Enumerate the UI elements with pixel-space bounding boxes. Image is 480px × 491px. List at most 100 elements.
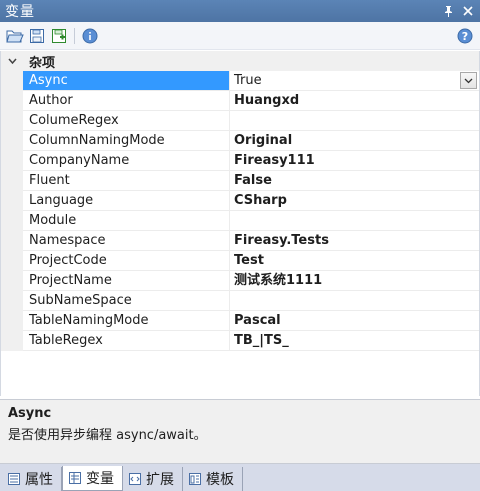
property-value[interactable] xyxy=(230,211,479,231)
property-name[interactable]: Language xyxy=(23,191,230,211)
row-gutter xyxy=(1,71,23,91)
property-name[interactable]: Author xyxy=(23,91,230,111)
property-name[interactable]: SubNameSpace xyxy=(23,291,230,311)
properties-icon xyxy=(7,472,21,486)
property-value[interactable]: Fireasy111 xyxy=(230,151,479,171)
row-gutter xyxy=(1,291,23,311)
property-value[interactable]: Pascal xyxy=(230,311,479,331)
property-value-text: Test xyxy=(234,253,264,268)
property-row[interactable]: ProjectName 测试系统1111 xyxy=(1,271,479,291)
property-value-text: Pascal xyxy=(234,313,281,328)
tab-extension[interactable]: 扩展 xyxy=(123,467,183,491)
property-name[interactable]: Module xyxy=(23,211,230,231)
row-gutter xyxy=(1,191,23,211)
row-gutter xyxy=(1,251,23,271)
property-name[interactable]: Namespace xyxy=(23,231,230,251)
property-value[interactable]: Huangxd xyxy=(230,91,479,111)
tab-label: 扩展 xyxy=(146,472,174,488)
description-text: 是否使用异步编程 async/await。 xyxy=(8,428,207,443)
property-value[interactable]: Original xyxy=(230,131,479,151)
property-row[interactable]: TableRegex TB_|TS_ xyxy=(1,331,479,351)
property-value-text: 测试系统1111 xyxy=(234,273,323,288)
property-name[interactable]: TableRegex xyxy=(23,331,230,351)
property-value-text: Fireasy.Tests xyxy=(234,233,329,248)
tab-label: 模板 xyxy=(206,472,234,488)
pin-icon[interactable] xyxy=(440,3,456,19)
property-value[interactable]: False xyxy=(230,171,479,191)
svg-text:?: ? xyxy=(462,30,468,43)
property-value-text: Original xyxy=(234,133,293,148)
save-icon[interactable] xyxy=(26,25,48,47)
property-row[interactable]: Fluent False xyxy=(1,171,479,191)
property-row[interactable]: Namespace Fireasy.Tests xyxy=(1,231,479,251)
property-value-text: Fireasy111 xyxy=(234,153,315,168)
property-value-text: CSharp xyxy=(234,193,287,208)
property-value[interactable] xyxy=(230,111,479,131)
property-name[interactable]: ProjectName xyxy=(23,271,230,291)
row-gutter xyxy=(1,271,23,291)
property-value[interactable]: TB_|TS_ xyxy=(230,331,479,351)
row-gutter xyxy=(1,331,23,351)
category-label: 杂项 xyxy=(29,55,56,71)
property-value-text: TB_|TS_ xyxy=(234,333,289,348)
property-value[interactable] xyxy=(230,291,479,311)
row-gutter xyxy=(1,231,23,251)
row-gutter xyxy=(1,171,23,191)
property-row[interactable]: CompanyName Fireasy111 xyxy=(1,151,479,171)
property-row[interactable]: Language CSharp xyxy=(1,191,479,211)
property-row[interactable]: Async True xyxy=(1,71,479,91)
dropdown-arrow-icon[interactable] xyxy=(460,72,477,89)
toolbar: ? xyxy=(0,22,480,50)
title-bar-buttons xyxy=(440,3,480,19)
panel-title-bar: 变量 xyxy=(0,0,480,22)
category-row[interactable]: 杂项 xyxy=(1,51,479,71)
property-row[interactable]: ColumnNamingMode Original xyxy=(1,131,479,151)
property-value-text: Huangxd xyxy=(234,93,300,108)
property-name[interactable]: Fluent xyxy=(23,171,230,191)
tab-variables[interactable]: 变量 xyxy=(62,466,123,491)
collapse-chevron-icon[interactable] xyxy=(1,58,23,65)
property-name[interactable]: ColumnNamingMode xyxy=(23,131,230,151)
property-row[interactable]: ProjectCode Test xyxy=(1,251,479,271)
property-value-text: False xyxy=(234,173,272,188)
row-gutter xyxy=(1,311,23,331)
tab-properties[interactable]: 属性 xyxy=(2,467,62,491)
property-value[interactable]: Fireasy.Tests xyxy=(230,231,479,251)
variables-panel: 变量 ? 杂项 Async True Author Huangxd Colume… xyxy=(0,0,480,491)
property-name[interactable]: Async xyxy=(23,71,230,91)
row-gutter xyxy=(1,91,23,111)
property-name[interactable]: CompanyName xyxy=(23,151,230,171)
property-name[interactable]: TableNamingMode xyxy=(23,311,230,331)
close-icon[interactable] xyxy=(460,3,476,19)
property-value[interactable]: 测试系统1111 xyxy=(230,271,479,291)
description-title: Async xyxy=(8,406,52,421)
variables-icon xyxy=(68,471,82,485)
property-name[interactable]: ProjectCode xyxy=(23,251,230,271)
template-icon xyxy=(188,472,202,486)
property-value[interactable]: True xyxy=(230,71,479,91)
property-name[interactable]: ColumeRegex xyxy=(23,111,230,131)
property-value[interactable]: CSharp xyxy=(230,191,479,211)
row-gutter xyxy=(1,131,23,151)
save-as-icon[interactable] xyxy=(48,25,70,47)
row-gutter xyxy=(1,151,23,171)
row-gutter xyxy=(1,111,23,131)
row-gutter xyxy=(1,211,23,231)
panel-title: 变量 xyxy=(5,4,35,20)
tab-label: 变量 xyxy=(86,471,114,487)
property-value[interactable]: Test xyxy=(230,251,479,271)
property-rows: Async True Author Huangxd ColumeRegex ColumnN… xyxy=(1,71,479,351)
property-row[interactable]: Author Huangxd xyxy=(1,91,479,111)
property-row[interactable]: SubNameSpace xyxy=(1,291,479,311)
property-value-text: True xyxy=(234,73,262,88)
tab-template[interactable]: 模板 xyxy=(183,467,243,491)
description-pane: Async 是否使用异步编程 async/await。 xyxy=(0,399,480,464)
extension-icon xyxy=(128,472,142,486)
property-row[interactable]: Module xyxy=(1,211,479,231)
open-folder-icon[interactable] xyxy=(4,25,26,47)
property-row[interactable]: ColumeRegex xyxy=(1,111,479,131)
tab-label: 属性 xyxy=(25,472,53,488)
property-row[interactable]: TableNamingMode Pascal xyxy=(1,311,479,331)
help-icon[interactable]: ? xyxy=(454,25,476,47)
info-icon[interactable] xyxy=(79,25,101,47)
